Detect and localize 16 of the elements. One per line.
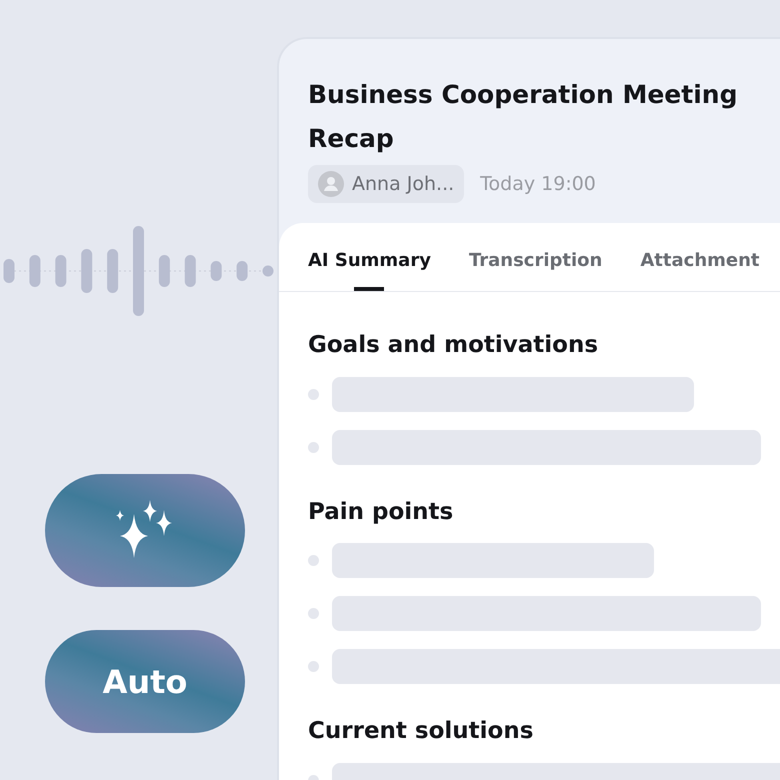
bullet-dot (308, 608, 319, 619)
tab[interactable]: Attachment (640, 223, 760, 291)
bullet-dot (308, 442, 319, 452)
auto-button[interactable]: Auto (45, 630, 245, 733)
tab[interactable]: Transcription (468, 223, 602, 291)
section-heading: Current solutions (308, 717, 534, 746)
tab[interactable]: AI Summary (308, 223, 431, 291)
person-icon (318, 171, 344, 197)
author-chip[interactable]: Anna Joh... (308, 165, 464, 203)
bullet-dot (308, 388, 319, 400)
bullet-dot (308, 661, 319, 672)
note-title: Business Cooperation Meeting Recap (308, 79, 738, 155)
section-heading: Pain points (308, 498, 454, 526)
section-heading: Goals and motivations (308, 331, 600, 360)
note-time: Today 19:00 (480, 172, 596, 197)
bullet-dot (308, 555, 319, 566)
